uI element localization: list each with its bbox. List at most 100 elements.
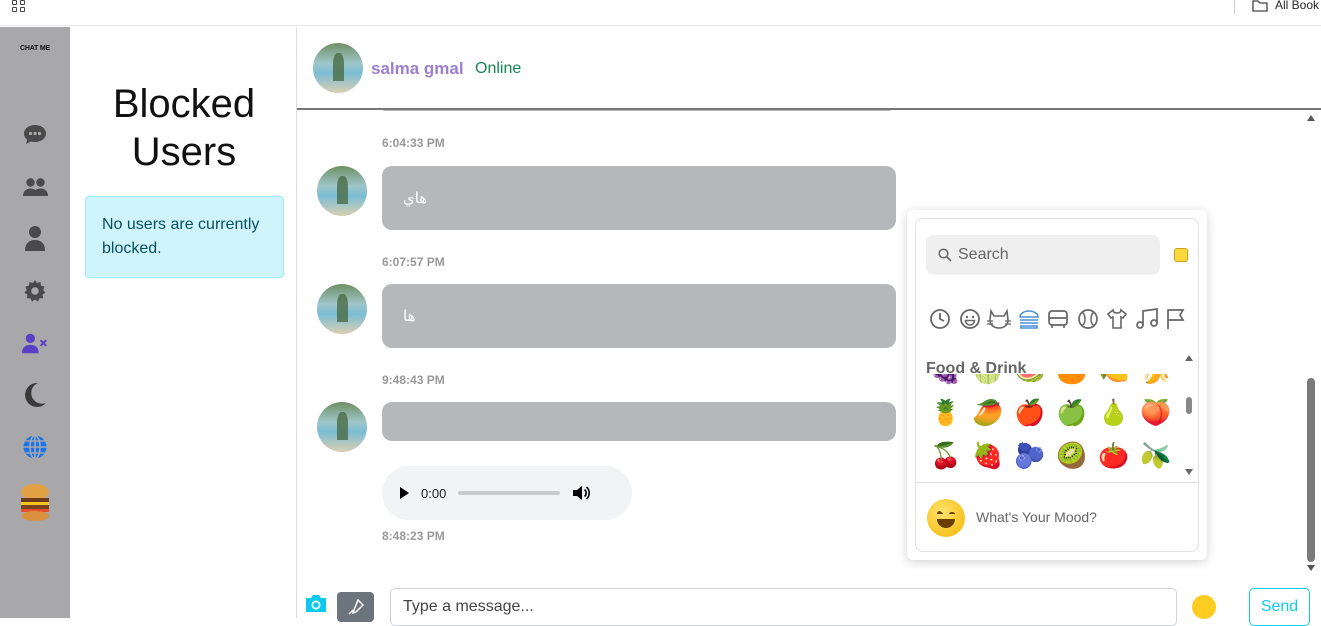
- preview-eye: [949, 512, 955, 516]
- lemon-emoji[interactable]: 🍋: [1098, 374, 1129, 386]
- globe-icon[interactable]: [22, 434, 48, 460]
- flags-icon[interactable]: [1164, 307, 1188, 331]
- browser-toolbar: All Book: [0, 0, 1321, 26]
- objects-icon[interactable]: [1105, 307, 1129, 331]
- gear-icon[interactable]: [22, 278, 48, 304]
- tomato-emoji[interactable]: 🍅: [1098, 440, 1129, 471]
- emoji-category-nav: [928, 307, 1188, 331]
- banana-emoji[interactable]: 🍌: [1140, 374, 1171, 386]
- apps-grid-icon[interactable]: [12, 0, 28, 14]
- olive-emoji[interactable]: 🫒: [1140, 440, 1171, 471]
- volume-icon[interactable]: [572, 485, 591, 501]
- moon-icon[interactable]: [22, 382, 48, 408]
- message-timestamp: 6:04:33 PM: [382, 136, 445, 150]
- scroll-down-arrow-icon[interactable]: [1185, 469, 1193, 475]
- smiling-face-emoji-preview: [927, 499, 965, 537]
- message-input[interactable]: [390, 588, 1177, 626]
- blocked-title-line2: Users: [131, 130, 237, 174]
- message-bubble: هاي: [382, 166, 896, 230]
- green-apple-emoji[interactable]: 🍏: [1056, 397, 1087, 428]
- blocked-users-panel: Blocked Users No users are currently blo…: [72, 27, 297, 618]
- user-icon[interactable]: [22, 225, 48, 251]
- play-icon[interactable]: [400, 487, 409, 499]
- contact-avatar[interactable]: [313, 43, 363, 93]
- emoji-row: 🍇 🍈 🍉 🍊 🍋 🍌: [930, 374, 1171, 386]
- message-avatar: [317, 166, 367, 216]
- camera-icon[interactable]: [304, 592, 330, 618]
- logo-text: CHAT ME: [20, 45, 50, 52]
- watermelon-emoji[interactable]: 🍉: [1014, 374, 1045, 386]
- message-timestamp: 9:48:43 PM: [382, 373, 445, 387]
- emoji-picker: Food & Drink 🍇 🍈 🍉 🍊 🍋 🍌 🍍 🥭 🍎 🍏 🍐 🍑 🍒 🍓…: [915, 218, 1199, 552]
- scroll-up-arrow-icon[interactable]: [1307, 115, 1315, 121]
- smileys-icon[interactable]: [958, 307, 982, 331]
- symbols-icon[interactable]: [1135, 307, 1159, 331]
- search-icon: [938, 248, 952, 262]
- grapes-emoji[interactable]: 🍇: [930, 374, 961, 386]
- cherries-emoji[interactable]: 🍒: [930, 440, 961, 471]
- emoji-grid-scrollbar[interactable]: [1184, 355, 1194, 477]
- folder-icon: [1252, 0, 1268, 12]
- pear-emoji[interactable]: 🍐: [1098, 397, 1129, 428]
- recent-icon[interactable]: [928, 307, 952, 331]
- mood-prompt: What's Your Mood?: [976, 509, 1097, 525]
- melon-emoji[interactable]: 🍈: [972, 374, 1003, 386]
- red-apple-emoji[interactable]: 🍎: [1014, 397, 1045, 428]
- message-bubble: [382, 402, 896, 441]
- user-block-icon[interactable]: [22, 330, 48, 356]
- animals-icon[interactable]: [987, 307, 1011, 331]
- send-button[interactable]: Send: [1249, 588, 1310, 626]
- emoji-grid: 🍇 🍈 🍉 🍊 🍋 🍌 🍍 🥭 🍎 🍏 🍐 🍑 🍒 🍓 🫐 🥝 🍅 🫒: [930, 374, 1180, 482]
- emoji-scrollbar-thumb[interactable]: [1186, 397, 1192, 414]
- app-sidebar: CHAT ME: [0, 27, 125, 618]
- message-timestamp: 8:48:23 PM: [382, 529, 445, 543]
- message-avatar: [317, 402, 367, 452]
- travel-icon[interactable]: [1046, 307, 1070, 331]
- preview-eye: [937, 512, 943, 516]
- mango-emoji[interactable]: 🥭: [972, 397, 1003, 428]
- emoji-preview-footer: What's Your Mood?: [916, 482, 1198, 551]
- message-timestamp: 6:07:57 PM: [382, 255, 445, 269]
- users-icon[interactable]: [22, 174, 48, 200]
- chat-icon[interactable]: [22, 122, 48, 148]
- message-text: هاي: [403, 190, 428, 207]
- audio-current-time: 0:00: [421, 485, 447, 501]
- food-icon[interactable]: [1017, 307, 1041, 331]
- skin-tone-selector[interactable]: [1174, 248, 1188, 262]
- all-bookmarks-button[interactable]: All Book: [1252, 0, 1319, 12]
- strawberry-emoji[interactable]: 🍓: [972, 440, 1003, 471]
- chat-me-logo[interactable]: CHAT ME: [15, 43, 125, 83]
- message-text: ها: [403, 308, 416, 325]
- kiwi-emoji[interactable]: 🥝: [1056, 440, 1087, 471]
- voice-message-player: 0:00: [382, 466, 632, 520]
- contact-status: Online: [475, 60, 522, 77]
- tangerine-emoji[interactable]: 🍊: [1056, 374, 1087, 386]
- chat-scrollbar[interactable]: [1303, 110, 1321, 580]
- chat-header: salma gmal Online: [297, 27, 1321, 110]
- scroll-down-arrow-icon[interactable]: [1307, 565, 1315, 571]
- message-bubble: ها: [382, 284, 896, 348]
- previous-message-bubble: [382, 110, 892, 111]
- blueberries-emoji[interactable]: 🫐: [1014, 440, 1045, 471]
- emoji-search-input[interactable]: [958, 246, 1148, 264]
- toolbar-divider: [1234, 0, 1235, 14]
- contact-name[interactable]: salma gmal: [371, 59, 464, 79]
- emoji-toggle-icon[interactable]: [1192, 595, 1216, 619]
- microphone-icon: [347, 599, 364, 615]
- message-avatar: [317, 284, 367, 334]
- preview-mouth: [937, 519, 955, 528]
- scroll-up-arrow-icon[interactable]: [1185, 355, 1193, 361]
- burger-avatar[interactable]: [19, 482, 51, 524]
- blocked-title-line1: Blocked: [112, 82, 256, 126]
- no-blocked-users-alert: No users are currently blocked.: [85, 196, 284, 278]
- message-composer: Send: [297, 580, 1321, 626]
- emoji-row: 🍍 🥭 🍎 🍏 🍐 🍑: [930, 397, 1171, 428]
- scrollbar-thumb[interactable]: [1307, 378, 1315, 562]
- emoji-search[interactable]: [926, 235, 1160, 275]
- pineapple-emoji[interactable]: 🍍: [930, 397, 961, 428]
- bookmarks-label: All Book: [1275, 0, 1320, 12]
- audio-progress-slider[interactable]: [458, 491, 561, 495]
- peach-emoji[interactable]: 🍑: [1140, 397, 1171, 428]
- activities-icon[interactable]: [1076, 307, 1100, 331]
- emoji-row: 🍒 🍓 🫐 🥝 🍅 🫒: [930, 440, 1171, 471]
